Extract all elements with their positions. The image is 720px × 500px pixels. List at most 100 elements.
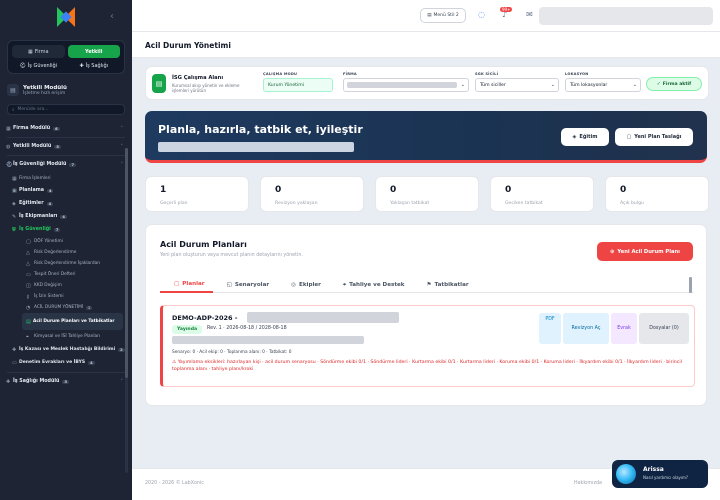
alert-icon: △: [26, 249, 30, 256]
alert-icon: △: [26, 260, 30, 267]
role-switcher: ▦ Firma Yetkili ⛑ İş Güvenliği ✚ İş Sağlığı: [7, 40, 125, 74]
assistant-widget[interactable]: Arissa Nasıl yardımcı olayım?: [612, 460, 708, 488]
sidebar-item-is-ekipmanlari[interactable]: ✎ İş Ekipmanları 4: [0, 210, 132, 223]
stat-card: 0 Açık bulgu: [605, 176, 709, 212]
sidebar-item-egitimler[interactable]: ◈ Eğitimler 4: [0, 197, 132, 210]
book-icon: ▭: [26, 271, 31, 278]
sidebar-item-denetim[interactable]: ▭ Denetim Evrakları ve İBYS 4: [0, 356, 132, 369]
tab-tahliye[interactable]: ⌖ Tahliye ve Destek: [329, 277, 413, 293]
top-bar: ▤ Menü Stil 2 ◌ ♪ 99+ ✉: [132, 0, 720, 32]
sidebar-item-dof[interactable]: ▢ DÖF Yönetimi: [0, 236, 132, 247]
ambulance-icon: ✚: [12, 346, 17, 353]
plan-code: DEMO-ADP-2026 -: [172, 314, 238, 322]
plans-tabs: ▢ Planlar ◱ Senaryolar ◎ Ekipler ⌖ Tahliye v…: [160, 277, 694, 293]
menu-search-input[interactable]: ⌕ Menüde ara...: [7, 104, 125, 115]
plan-meta: Senaryo: 0 · Acil ekip: 0 · Toplanma ala…: [172, 350, 292, 355]
firm-active-badge: ✓ Firma aktif: [646, 77, 702, 91]
is-guvenligi-toggle[interactable]: ⛑ İş Güvenliği: [12, 61, 65, 71]
sidebar-item-firma-islemleri[interactable]: ▦ Firma İşlemleri: [0, 173, 132, 184]
calendar-icon: ▣: [12, 187, 17, 194]
chevron-up-icon: ˄: [120, 125, 124, 132]
sidebar-item-yetkili-modulu[interactable]: ◍ Yetkili Modülü 5 ˅: [0, 141, 132, 152]
app-logo[interactable]: [57, 7, 75, 27]
pdf-button[interactable]: PDF: [539, 313, 561, 344]
location-select[interactable]: Tüm lokasyonlar ⌄: [565, 78, 641, 92]
tabs-scrollbar[interactable]: [689, 277, 692, 293]
chevron-down-icon: ⌄: [550, 82, 555, 88]
training-button[interactable]: ◈ Eğitim: [561, 128, 609, 146]
sidebar-item-acil-durum-planlari[interactable]: ▤ Acil Durum Planları ve Tatbikatlar: [22, 313, 123, 330]
plus-circle-icon: ⊕: [610, 248, 615, 255]
inbox-icon[interactable]: ✉: [524, 9, 535, 20]
vest-icon: ◫: [26, 282, 31, 289]
key-icon: ⚷: [26, 293, 30, 300]
loading-icon[interactable]: ◌: [476, 9, 487, 20]
flag-icon: ⚑: [426, 282, 432, 288]
map-icon: ⌖: [26, 333, 29, 340]
is-sagligi-toggle[interactable]: ✚ İş Sağlığı: [68, 61, 121, 71]
sidebar-item-is-sagligi-modulu[interactable]: ✚ İş Sağlığı Modülü 5 ˅: [0, 376, 132, 387]
sidebar-scrollbar-thumb[interactable]: [125, 148, 128, 378]
sidebar-item-tahliye[interactable]: ⌖ Kimyasal ve İSİ Tahliye Planları: [0, 330, 132, 343]
stat-card: 1 Geçerli plan: [145, 176, 249, 212]
hero-title: Planla, hazırla, tatbik et, iyileştir: [158, 123, 363, 136]
sidebar-item-acil-durum[interactable]: ◔ ACİL DURUM YÖNETİMİ 2: [0, 302, 132, 313]
new-plan-draft-button[interactable]: ▢ Yeni Plan Taslağı: [615, 128, 693, 146]
sgk-select[interactable]: Tüm siciller ⌄: [475, 78, 559, 92]
mode-field: ÇALIŞMA MODU Kurum Yönetimi: [263, 72, 333, 92]
files-button[interactable]: Dosyalar (0): [639, 313, 689, 344]
tab-senaryolar[interactable]: ◱ Senaryolar: [213, 277, 278, 293]
clipboard-icon: ▤: [26, 318, 31, 325]
sidebar-item-firma-modulu[interactable]: ▦ Firma Modülü 6 ˄: [0, 123, 132, 134]
sidebar-item-risk[interactable]: △ Risk Değerlendirme: [0, 247, 132, 258]
sidebar-item-kkd[interactable]: ◫ KKD Değişim: [0, 280, 132, 291]
sidebar-item-is-izin[interactable]: ⚷ İş İzin Sistemi: [0, 291, 132, 302]
sidebar-item-risk-isaklardan[interactable]: △ Risk Değerlendirme İşaklardan: [0, 258, 132, 269]
siren-icon: ◔: [26, 304, 31, 311]
folder-icon: ▭: [12, 359, 17, 366]
location-field: LOKASYON Tüm lokasyonlar ⌄: [565, 72, 641, 92]
wrench-icon: ✎: [12, 213, 17, 220]
tab-tatbikatlar[interactable]: ⚑ Tatbikatlar: [413, 277, 477, 293]
collapse-sidebar-icon[interactable]: ‹: [110, 11, 114, 22]
new-emergency-plan-button[interactable]: ⊕ Yeni Acil Durum Planı: [597, 242, 693, 261]
search-icon: ⌕: [12, 107, 15, 113]
role-firma-button[interactable]: ▦ Firma: [12, 45, 65, 58]
chevron-down-icon: ⌄: [460, 82, 465, 88]
sidebar: ‹ ▦ Firma Yetkili ⛑ İş Güvenliği ✚ İş Sağlı…: [0, 0, 132, 500]
module-title: Yetkili Modülü: [23, 84, 67, 91]
document-icon: ▢: [26, 238, 31, 245]
sgk-field: SGK SİCİLİ Tüm siciller ⌄: [475, 72, 559, 92]
status-badge: Yayında: [172, 325, 203, 334]
documents-button[interactable]: Evrak: [611, 313, 637, 344]
plan-card[interactable]: DEMO-ADP-2026 - Yayında Rev. 1 · 2026-08…: [160, 305, 695, 387]
assistant-name: Arissa: [643, 466, 664, 473]
chevron-down-icon: ˅: [120, 378, 124, 385]
sidebar-item-is-kazasi[interactable]: ✚ İş Kazası ve Meslek Hastalığı Bildirimi…: [0, 343, 132, 356]
user-info[interactable]: [539, 7, 713, 25]
sidebar-item-planlama[interactable]: ▣ Planlama 4: [0, 184, 132, 197]
building-icon: ▦: [27, 48, 33, 55]
stat-card: 0 Yaklaşan tatbikat: [375, 176, 479, 212]
role-yetkili-button[interactable]: Yetkili: [67, 45, 120, 58]
plan-version: Rev. 1 · 2026-08-18 / 2028-08-18: [207, 326, 287, 331]
about-link[interactable]: Hakkımızda: [574, 481, 602, 486]
mode-select[interactable]: Kurum Yönetimi: [263, 78, 333, 92]
plan-firm: [172, 336, 364, 344]
sidebar-item-is-guvenligi-modulu[interactable]: ⛑ İş Güvenliği Modülü 7 ˅: [0, 159, 132, 170]
tab-ekipler[interactable]: ◎ Ekipler: [277, 277, 329, 293]
clipboard-icon: ▤: [152, 74, 166, 93]
graduation-icon: ◈: [572, 134, 577, 140]
tab-planlar[interactable]: ▢ Planlar: [160, 277, 213, 293]
sidebar-item-is-guvenligi[interactable]: ⛨ İş Güvenliği 7: [0, 223, 132, 236]
layout-icon: ▤: [427, 13, 432, 18]
copyright: 2020 - 2026 © LabXonic: [145, 481, 204, 486]
sidebar-item-tespit[interactable]: ▭ Tespit Öneri Defteri: [0, 269, 132, 280]
helmet-icon: ⛑: [19, 63, 26, 69]
firm-select[interactable]: ⌄: [343, 78, 469, 92]
revision-button[interactable]: Revizyon Aç: [563, 313, 609, 344]
menu-style-button[interactable]: ▤ Menü Stil 2: [420, 8, 466, 23]
assistant-subtitle: Nasıl yardımcı olayım?: [643, 475, 689, 480]
dashboard-icon: ▤: [7, 84, 19, 96]
divider: [7, 372, 125, 373]
